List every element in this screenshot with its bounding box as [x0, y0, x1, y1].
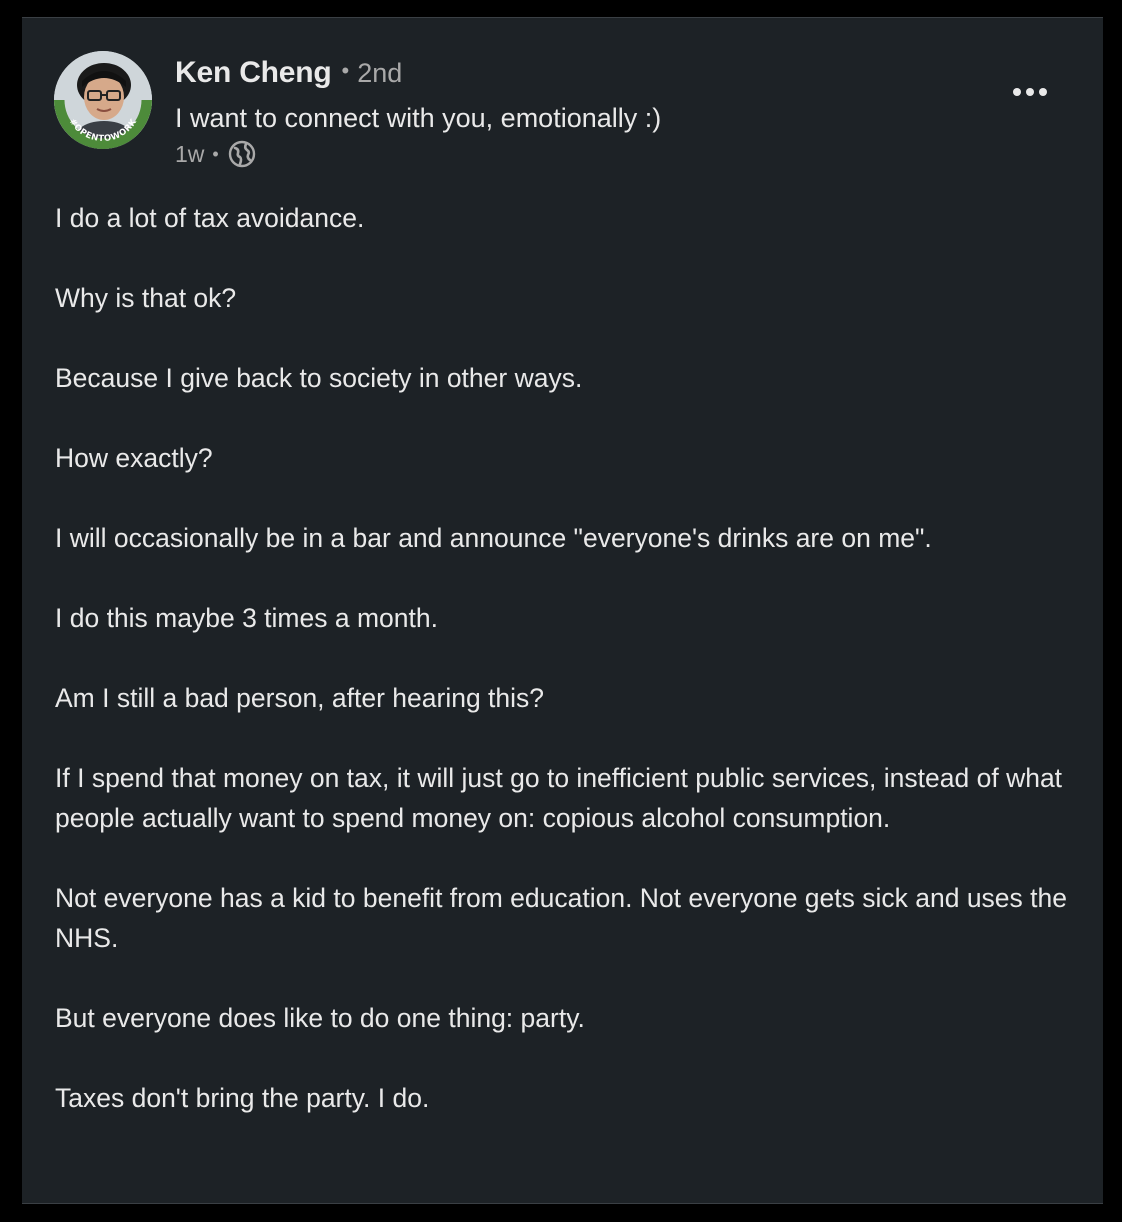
more-horizontal-icon — [1013, 88, 1021, 96]
post-paragraph: If I spend that money on tax, it will ju… — [55, 763, 1063, 833]
post-paragraph: I do this maybe 3 times a month. — [55, 603, 438, 633]
post-body: I do a lot of tax avoidance. Why is that… — [55, 198, 1080, 1158]
more-options-button[interactable] — [1004, 76, 1056, 108]
connection-degree: 2nd — [357, 58, 403, 88]
feed-post-card: #OPENTOWORK Ken Cheng • 2nd I want to co… — [22, 17, 1103, 1204]
post-meta: 1w • — [175, 138, 1063, 170]
post-author-info: Ken Cheng • 2nd I want to connect with y… — [175, 56, 1063, 170]
page: #OPENTOWORK Ken Cheng • 2nd I want to co… — [0, 0, 1122, 1222]
separator-dot: • — [212, 143, 219, 164]
author-name[interactable]: Ken Cheng — [175, 56, 332, 90]
author-headline: I want to connect with you, emotionally … — [175, 103, 662, 133]
avatar-photo: #OPENTOWORK — [54, 51, 152, 149]
post-paragraph: Taxes don't bring the party. I do. — [55, 1083, 430, 1113]
post-time[interactable]: 1w — [175, 141, 204, 168]
post-paragraph: Not everyone has a kid to benefit from e… — [55, 883, 1067, 953]
more-horizontal-icon — [1039, 88, 1047, 96]
avatar[interactable]: #OPENTOWORK — [54, 51, 152, 149]
post-paragraph: I will occasionally be in a bar and anno… — [55, 523, 932, 553]
author-name-line: Ken Cheng • 2nd — [175, 56, 1063, 96]
post-paragraph: How exactly? — [55, 443, 213, 473]
globe-icon — [228, 140, 256, 168]
post-paragraph: Because I give back to society in other … — [55, 363, 583, 393]
separator-dot: • — [341, 58, 350, 83]
post-paragraph: Why is that ok? — [55, 283, 237, 313]
post-paragraph: Am I still a bad person, after hearing t… — [55, 683, 545, 713]
post-paragraph: But everyone does like to do one thing: … — [55, 1003, 585, 1033]
more-horizontal-icon — [1026, 88, 1034, 96]
post-paragraph: I do a lot of tax avoidance. — [55, 203, 365, 233]
